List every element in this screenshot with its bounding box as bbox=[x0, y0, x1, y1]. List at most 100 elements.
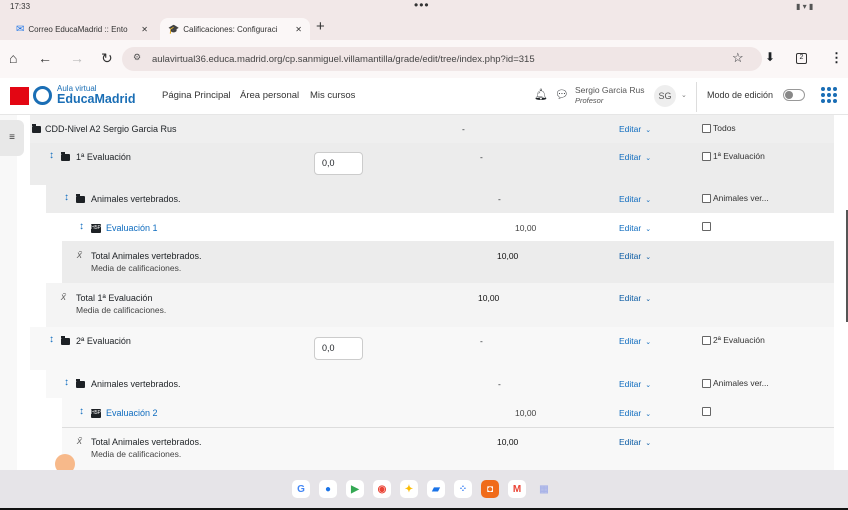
max-grade: - bbox=[462, 124, 465, 134]
left-drawer-strip bbox=[0, 115, 17, 470]
back-icon[interactable]: ← bbox=[38, 50, 52, 66]
checkbox-icon[interactable] bbox=[702, 335, 711, 345]
mail-icon: ✉ bbox=[16, 23, 25, 35]
row-name: CDD-Nivel A2 Sergio Garcia Rus bbox=[45, 124, 177, 134]
grade-value: 10,00 bbox=[478, 293, 500, 303]
close-icon[interactable]: ✕ bbox=[295, 25, 302, 34]
edit-label: Editar bbox=[619, 251, 642, 261]
edit-menu-button[interactable]: Editar ⌄ bbox=[619, 194, 651, 204]
select-checkbox[interactable]: Animales ver... bbox=[702, 378, 769, 388]
edit-label: Editar bbox=[619, 223, 642, 233]
edit-menu-button[interactable]: Editar ⌄ bbox=[619, 379, 651, 389]
new-tab-button[interactable]: + bbox=[316, 18, 325, 35]
google-icon[interactable]: G bbox=[292, 480, 310, 498]
gmail-icon[interactable]: M bbox=[508, 480, 526, 498]
checkbox-icon[interactable] bbox=[702, 151, 711, 161]
move-icon[interactable]: ↕ bbox=[64, 192, 69, 203]
messages-icon[interactable]: ● bbox=[319, 480, 337, 498]
reload-icon[interactable]: ↻ bbox=[101, 50, 113, 67]
chevron-down-icon: ⌄ bbox=[645, 339, 652, 346]
grade-value: 10,00 bbox=[515, 408, 537, 418]
chrome-icon[interactable]: ◉ bbox=[373, 480, 391, 498]
select-checkbox[interactable] bbox=[702, 222, 711, 231]
logo-text[interactable]: EducaMadrid bbox=[57, 92, 136, 106]
grade-item-link[interactable]: Evaluación 1 bbox=[106, 223, 158, 233]
address-bar[interactable]: ⚙ aulavirtual36.educa.madrid.org/cp.sanm… bbox=[122, 47, 762, 71]
checkbox-label: Animales ver... bbox=[713, 193, 769, 203]
nav-pagina-principal[interactable]: Página Principal bbox=[162, 90, 231, 101]
tab-calificaciones[interactable]: 🎓 Calificaciones: Configuraci ✕ bbox=[160, 18, 310, 40]
app-drawer-icon[interactable]: ▦ bbox=[535, 480, 553, 498]
select-checkbox[interactable]: Todos bbox=[702, 123, 736, 133]
select-checkbox[interactable]: 1ª Evaluación bbox=[702, 151, 765, 161]
grade-row-category bbox=[30, 143, 834, 185]
edit-menu-button[interactable]: Editar ⌄ bbox=[619, 223, 651, 233]
grade-item-icon: H5P bbox=[91, 224, 101, 233]
edit-label: Editar bbox=[619, 408, 642, 418]
bell-icon[interactable]: 🔔︎ bbox=[534, 88, 548, 101]
weight-input[interactable]: 0,0 bbox=[314, 337, 363, 360]
edit-label: Editar bbox=[619, 379, 642, 389]
chat-icon[interactable]: 💬︎ bbox=[555, 88, 569, 101]
row-name: 1ª Evaluación bbox=[76, 152, 131, 162]
user-menu-chevron-icon[interactable]: ⌄ bbox=[681, 91, 687, 99]
select-checkbox[interactable]: 2ª Evaluación bbox=[702, 335, 765, 345]
assistant-icon[interactable]: ⁘ bbox=[454, 480, 472, 498]
apps-grid-icon[interactable] bbox=[821, 87, 837, 103]
move-icon[interactable]: ↕ bbox=[64, 377, 69, 388]
folder-icon bbox=[61, 336, 70, 345]
download-icon[interactable]: ⬇ bbox=[765, 50, 775, 64]
site-settings-icon[interactable]: ⚙ bbox=[133, 52, 141, 63]
move-icon[interactable]: ↕ bbox=[49, 150, 54, 161]
checkbox-icon[interactable] bbox=[702, 193, 711, 203]
select-checkbox[interactable] bbox=[702, 407, 711, 416]
weight-input[interactable]: 0,0 bbox=[314, 152, 363, 175]
checkbox-icon[interactable] bbox=[702, 123, 711, 133]
checkbox-icon[interactable] bbox=[702, 378, 711, 388]
checkbox-label: 1ª Evaluación bbox=[713, 151, 765, 161]
move-icon[interactable]: ↕ bbox=[79, 221, 84, 232]
edit-menu-button[interactable]: Editar ⌄ bbox=[619, 336, 651, 346]
home-icon[interactable]: ⌂ bbox=[9, 50, 17, 66]
edit-mode-toggle[interactable] bbox=[783, 89, 805, 101]
grade-row-category bbox=[30, 327, 834, 370]
move-icon[interactable]: ↕ bbox=[49, 334, 54, 345]
window-menu-icon[interactable]: ••• bbox=[414, 0, 430, 12]
checkbox-icon[interactable] bbox=[702, 407, 711, 416]
edit-menu-button[interactable]: Editar ⌄ bbox=[619, 437, 651, 447]
edit-label: Editar bbox=[619, 124, 642, 134]
files-icon[interactable]: ▰ bbox=[427, 480, 445, 498]
bookmark-star-icon[interactable]: ☆ bbox=[732, 50, 744, 66]
forward-icon[interactable]: → bbox=[70, 50, 84, 66]
more-menu-icon[interactable]: ⋮ bbox=[830, 50, 843, 66]
close-icon[interactable]: ✕ bbox=[141, 25, 148, 34]
tab-label: Calificaciones: Configuraci bbox=[183, 24, 278, 34]
screen-recorder-icon[interactable]: ◘ bbox=[481, 480, 499, 498]
aggregation-label: Media de calificaciones. bbox=[91, 449, 182, 459]
play-store-icon[interactable]: ▶ bbox=[346, 480, 364, 498]
photos-icon[interactable]: ✦ bbox=[400, 480, 418, 498]
nav-mis-cursos[interactable]: Mis cursos bbox=[310, 90, 355, 101]
grade-row-item bbox=[62, 213, 834, 241]
edit-menu-button[interactable]: Editar ⌄ bbox=[619, 152, 651, 162]
select-checkbox[interactable]: Animales ver... bbox=[702, 193, 769, 203]
row-name: 2ª Evaluación bbox=[76, 336, 131, 346]
max-grade: - bbox=[498, 194, 501, 204]
chevron-down-icon: ⌄ bbox=[645, 411, 652, 418]
divider bbox=[696, 82, 697, 112]
edit-menu-button[interactable]: Editar ⌄ bbox=[619, 124, 651, 134]
checkbox-icon[interactable] bbox=[702, 222, 711, 231]
edit-menu-button[interactable]: Editar ⌄ bbox=[619, 408, 651, 418]
move-icon[interactable]: ↕ bbox=[79, 406, 84, 417]
nav-area-personal[interactable]: Área personal bbox=[240, 90, 299, 101]
avatar[interactable]: SG bbox=[654, 85, 676, 107]
grade-item-link[interactable]: Evaluación 2 bbox=[106, 408, 158, 418]
edit-menu-button[interactable]: Editar ⌄ bbox=[619, 251, 651, 261]
grade-row-item bbox=[62, 398, 834, 427]
chevron-down-icon: ⌄ bbox=[645, 382, 652, 389]
folder-icon bbox=[76, 194, 85, 203]
tab-correo[interactable]: ✉ Correo EducaMadrid :: Ento ✕ bbox=[8, 18, 156, 40]
tab-count-button[interactable]: 2 bbox=[796, 53, 807, 64]
course-index-toggle-icon[interactable]: ≡ bbox=[0, 120, 24, 156]
edit-menu-button[interactable]: Editar ⌄ bbox=[619, 293, 651, 303]
